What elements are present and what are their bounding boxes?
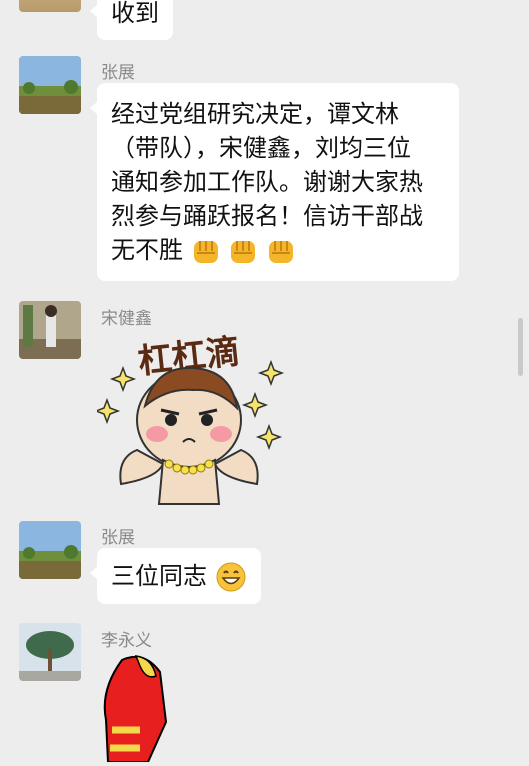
- message-bubble[interactable]: 经过党组研究决定，谭文林 （带队），宋健鑫，刘均三位 通知参加工作队。谢谢大家热…: [90, 83, 459, 281]
- message-line-last: 无不胜: [111, 233, 445, 267]
- message-line: 无不胜: [111, 236, 183, 264]
- avatar-liyongyi[interactable]: [19, 623, 81, 681]
- fist-emoji: [231, 241, 256, 263]
- message-line: 烈参与踊跃报名！信访干部战: [111, 202, 423, 230]
- sender-name: 张展: [101, 528, 135, 548]
- fist-emoji: [193, 241, 218, 263]
- message-bubble[interactable]: 三位同志: [90, 548, 261, 604]
- sender-name: 宋健鑫: [101, 309, 152, 329]
- avatar-zhangzhan[interactable]: [19, 521, 81, 579]
- thumbs-up-sticker[interactable]: [100, 650, 210, 763]
- sender-name: 张展: [101, 63, 135, 83]
- avatar-songjianxin[interactable]: [19, 301, 81, 359]
- message-line: （带队），宋健鑫，刘均三位: [111, 134, 411, 162]
- scrollbar[interactable]: [518, 318, 523, 376]
- message-text: 三位同志: [111, 562, 207, 590]
- message-bubble[interactable]: 收到: [90, 0, 173, 40]
- message-line: 经过党组研究决定，谭文林: [111, 100, 399, 128]
- grin-emoji: [216, 562, 246, 592]
- message-text: 收到: [111, 0, 159, 27]
- message-line: 通知参加工作队。谢谢大家热: [111, 168, 423, 196]
- avatar-partial[interactable]: [19, 0, 81, 12]
- fist-emoji: [268, 241, 293, 263]
- avatar-zhangzhan[interactable]: [19, 56, 81, 114]
- sender-name: 李永义: [101, 631, 152, 651]
- sticker-gangganddi[interactable]: 杠杠滴: [93, 328, 287, 506]
